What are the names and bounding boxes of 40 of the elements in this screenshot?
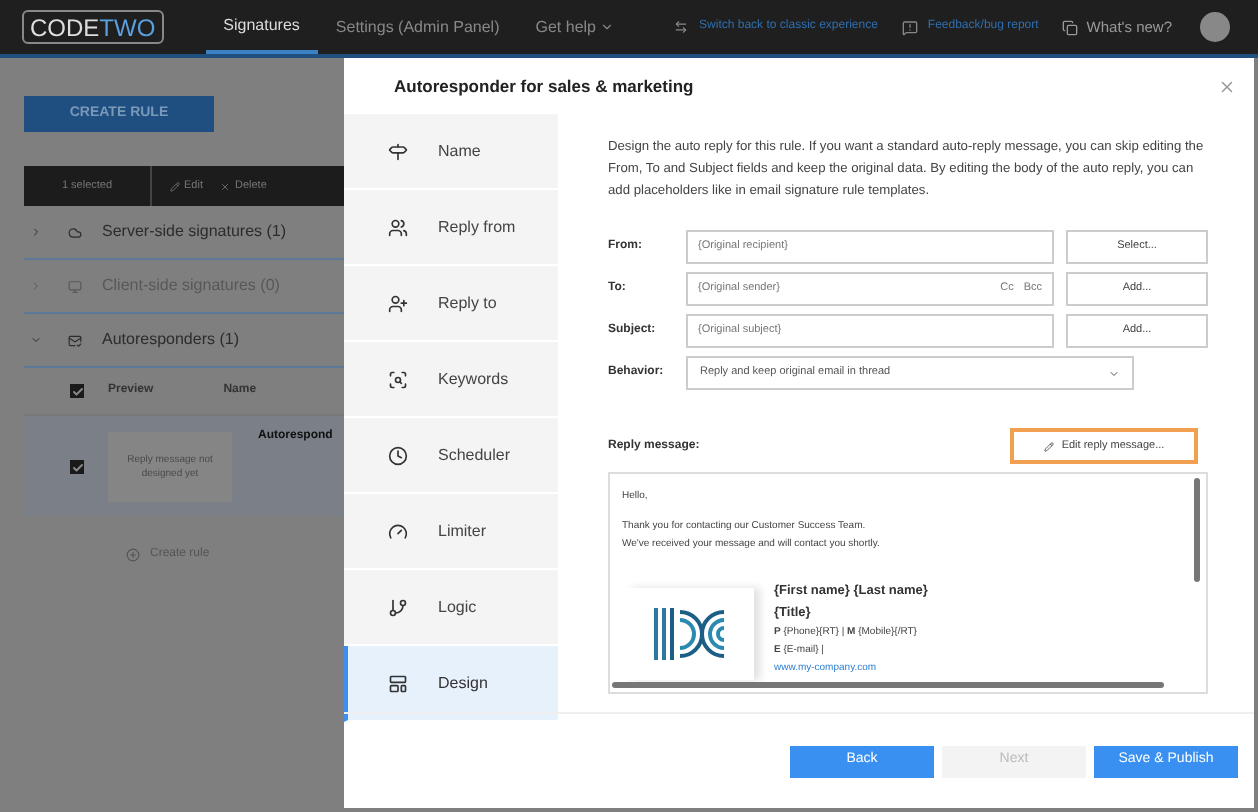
step-item[interactable]: Keywords — [344, 342, 558, 418]
chevron-icon — [30, 280, 42, 292]
branch-icon — [388, 597, 408, 617]
gauge-icon — [388, 521, 408, 541]
monitor-icon — [68, 279, 82, 293]
nav-tab[interactable]: Signatures — [205, 0, 318, 54]
pencil-icon — [170, 181, 180, 191]
copy-icon — [1062, 19, 1079, 35]
horizontal-scrollbar[interactable] — [612, 682, 1164, 688]
pencil-icon — [1043, 441, 1054, 451]
signpost-icon — [388, 141, 408, 161]
checkbox[interactable] — [70, 460, 84, 474]
user-plus-icon — [388, 293, 408, 313]
clock-icon — [388, 445, 408, 465]
avatar[interactable] — [1200, 12, 1230, 42]
nav-tab[interactable]: Settings (Admin Panel) — [317, 0, 518, 54]
step-item[interactable]: Design — [344, 646, 558, 722]
switch-icon — [673, 20, 688, 34]
feedback-icon — [901, 19, 918, 35]
modal-title: Autoresponder for sales & marketing — [394, 73, 694, 99]
layout-icon — [388, 673, 408, 693]
chevron-icon — [1108, 367, 1120, 379]
cloud-icon — [68, 225, 82, 239]
mail-icon — [68, 333, 82, 347]
nav-tab[interactable]: Get help — [517, 0, 632, 54]
close-icon[interactable] — [1218, 77, 1236, 95]
checkbox[interactable] — [70, 384, 84, 398]
step-item[interactable]: Scheduler — [344, 418, 558, 494]
step-item[interactable]: Reply from — [344, 190, 558, 266]
vertical-scrollbar[interactable] — [1194, 478, 1200, 582]
chevron-icon — [30, 334, 42, 346]
plus-icon — [126, 548, 140, 562]
chevron-icon — [30, 226, 42, 238]
logo[interactable]: CODETWO — [22, 10, 164, 44]
step-item[interactable]: Reply to — [344, 266, 558, 342]
users-icon — [388, 217, 408, 237]
step-item[interactable]: Name — [344, 114, 558, 190]
step-item[interactable]: Limiter — [344, 494, 558, 570]
caret-icon — [600, 20, 614, 34]
scan-icon — [388, 369, 408, 389]
